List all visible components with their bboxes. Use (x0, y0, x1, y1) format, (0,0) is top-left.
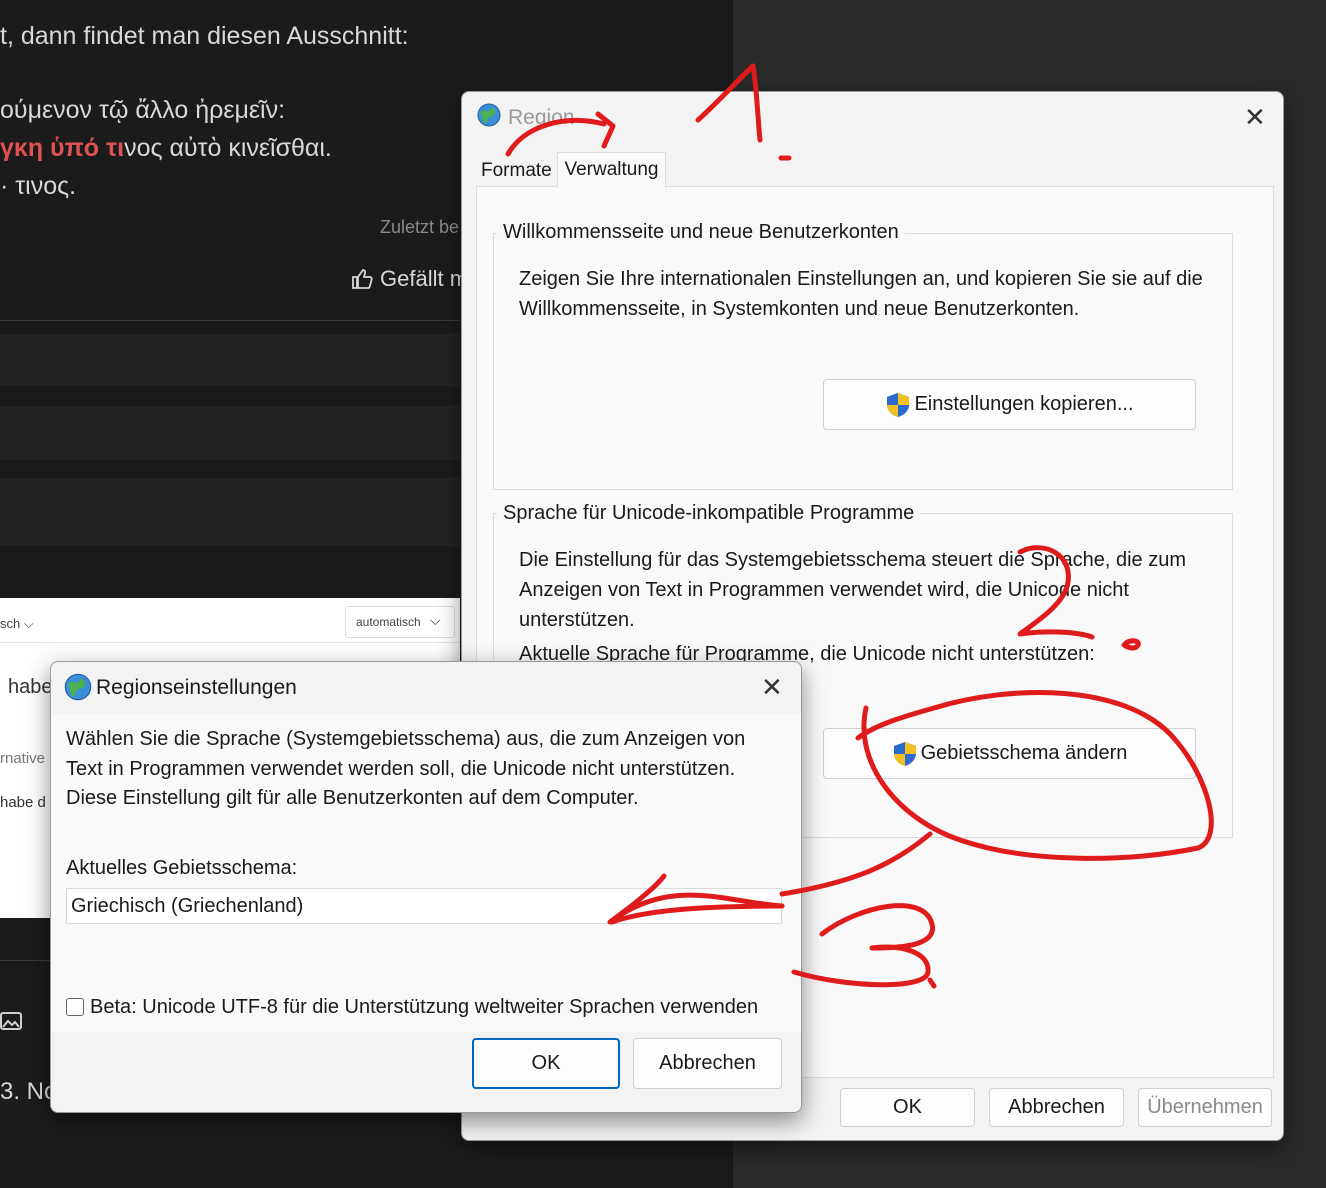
copy-settings-label: Einstellungen kopieren... (914, 393, 1134, 415)
forum-post-line: t, dann findet man diesen Ausschnitt: (0, 22, 409, 50)
dialog-title: Region (508, 106, 575, 129)
close-icon[interactable]: ✕ (761, 674, 783, 700)
globe-icon (477, 103, 501, 127)
forum-post-greek-line: · τινος. (0, 172, 77, 200)
uac-shield-icon (887, 392, 910, 417)
language-select[interactable]: sch ⌵ (0, 616, 34, 632)
change-locale-button[interactable]: Gebietsschema ändern (823, 728, 1196, 779)
change-locale-label: Gebietsschema ändern (920, 742, 1128, 764)
current-locale-label: Aktuelles Gebietsschema: (66, 857, 298, 879)
copy-settings-button[interactable]: Einstellungen kopieren... (823, 379, 1196, 430)
cancel-button[interactable]: Abbrechen (633, 1038, 782, 1089)
greek-text: νος αὐτὸ κινεῖσθαι. (124, 134, 332, 162)
ok-button[interactable]: OK (472, 1038, 620, 1089)
globe-icon (64, 673, 92, 701)
forum-post-greek-line: γκη ὑπό τινος αὐτὸ κινεῖσθαι. (0, 134, 332, 163)
group-description: Die Einstellung für das Systemgebietssch… (519, 549, 1187, 631)
forum-band (0, 334, 460, 386)
auto-select[interactable]: automatisch ⌵ (345, 606, 455, 638)
tab-formats[interactable]: Formate (477, 154, 556, 186)
highlighted-greek-text: γκη ὑπό τι (0, 134, 125, 162)
locale-settings-dialog: Regionseinstellungen ✕ Wählen Sie die Sp… (50, 661, 802, 1113)
beta-utf8-checkbox[interactable] (66, 998, 84, 1016)
dialog-title: Regionseinstellungen (96, 676, 297, 699)
image-icon[interactable] (0, 1010, 22, 1037)
like-button[interactable]: Gefällt m (350, 266, 468, 292)
forum-post-greek-line: ούμενον τῷ ἄλλο ἠρεμεῖν: (0, 96, 286, 124)
group-legend: Willkommensseite und neue Benutzerkonten (497, 221, 905, 244)
ok-button[interactable]: OK (840, 1088, 975, 1127)
group-description: Zeigen Sie Ihre internationalen Einstell… (519, 268, 1203, 320)
divider (0, 960, 50, 961)
divider (0, 642, 460, 643)
dialog-description: Wählen Sie die Sprache (Systemgebietssch… (66, 728, 746, 809)
cancel-button[interactable]: Abbrechen (989, 1088, 1124, 1127)
last-edited-label: Zuletzt be (380, 217, 460, 237)
like-label: Gefällt m (380, 266, 469, 291)
uac-shield-icon (893, 741, 916, 766)
current-locale-field: Griechisch (Griechenland) (66, 888, 782, 924)
editor-text: habe (8, 676, 53, 698)
beta-utf8-label: Beta: Unicode UTF-8 für die Unterstützun… (90, 996, 759, 1018)
auto-select-label: automatisch (356, 615, 421, 629)
close-icon[interactable]: ✕ (1244, 104, 1266, 130)
forum-band (0, 478, 460, 546)
editor-text: habe d (0, 794, 46, 811)
forum-band (0, 406, 460, 460)
thumbs-up-icon (352, 269, 373, 289)
forum-post-line: 3. No (0, 1078, 58, 1105)
tab-administration[interactable]: Verwaltung (557, 152, 666, 188)
group-legend: Sprache für Unicode-inkompatible Program… (497, 502, 921, 525)
beta-utf8-option[interactable]: Beta: Unicode UTF-8 für die Unterstützun… (66, 992, 758, 1022)
divider (0, 320, 460, 321)
editor-text: rnative (0, 750, 46, 767)
chevron-down-icon: ⌵ (430, 612, 441, 628)
apply-button[interactable]: Übernehmen (1138, 1088, 1272, 1127)
